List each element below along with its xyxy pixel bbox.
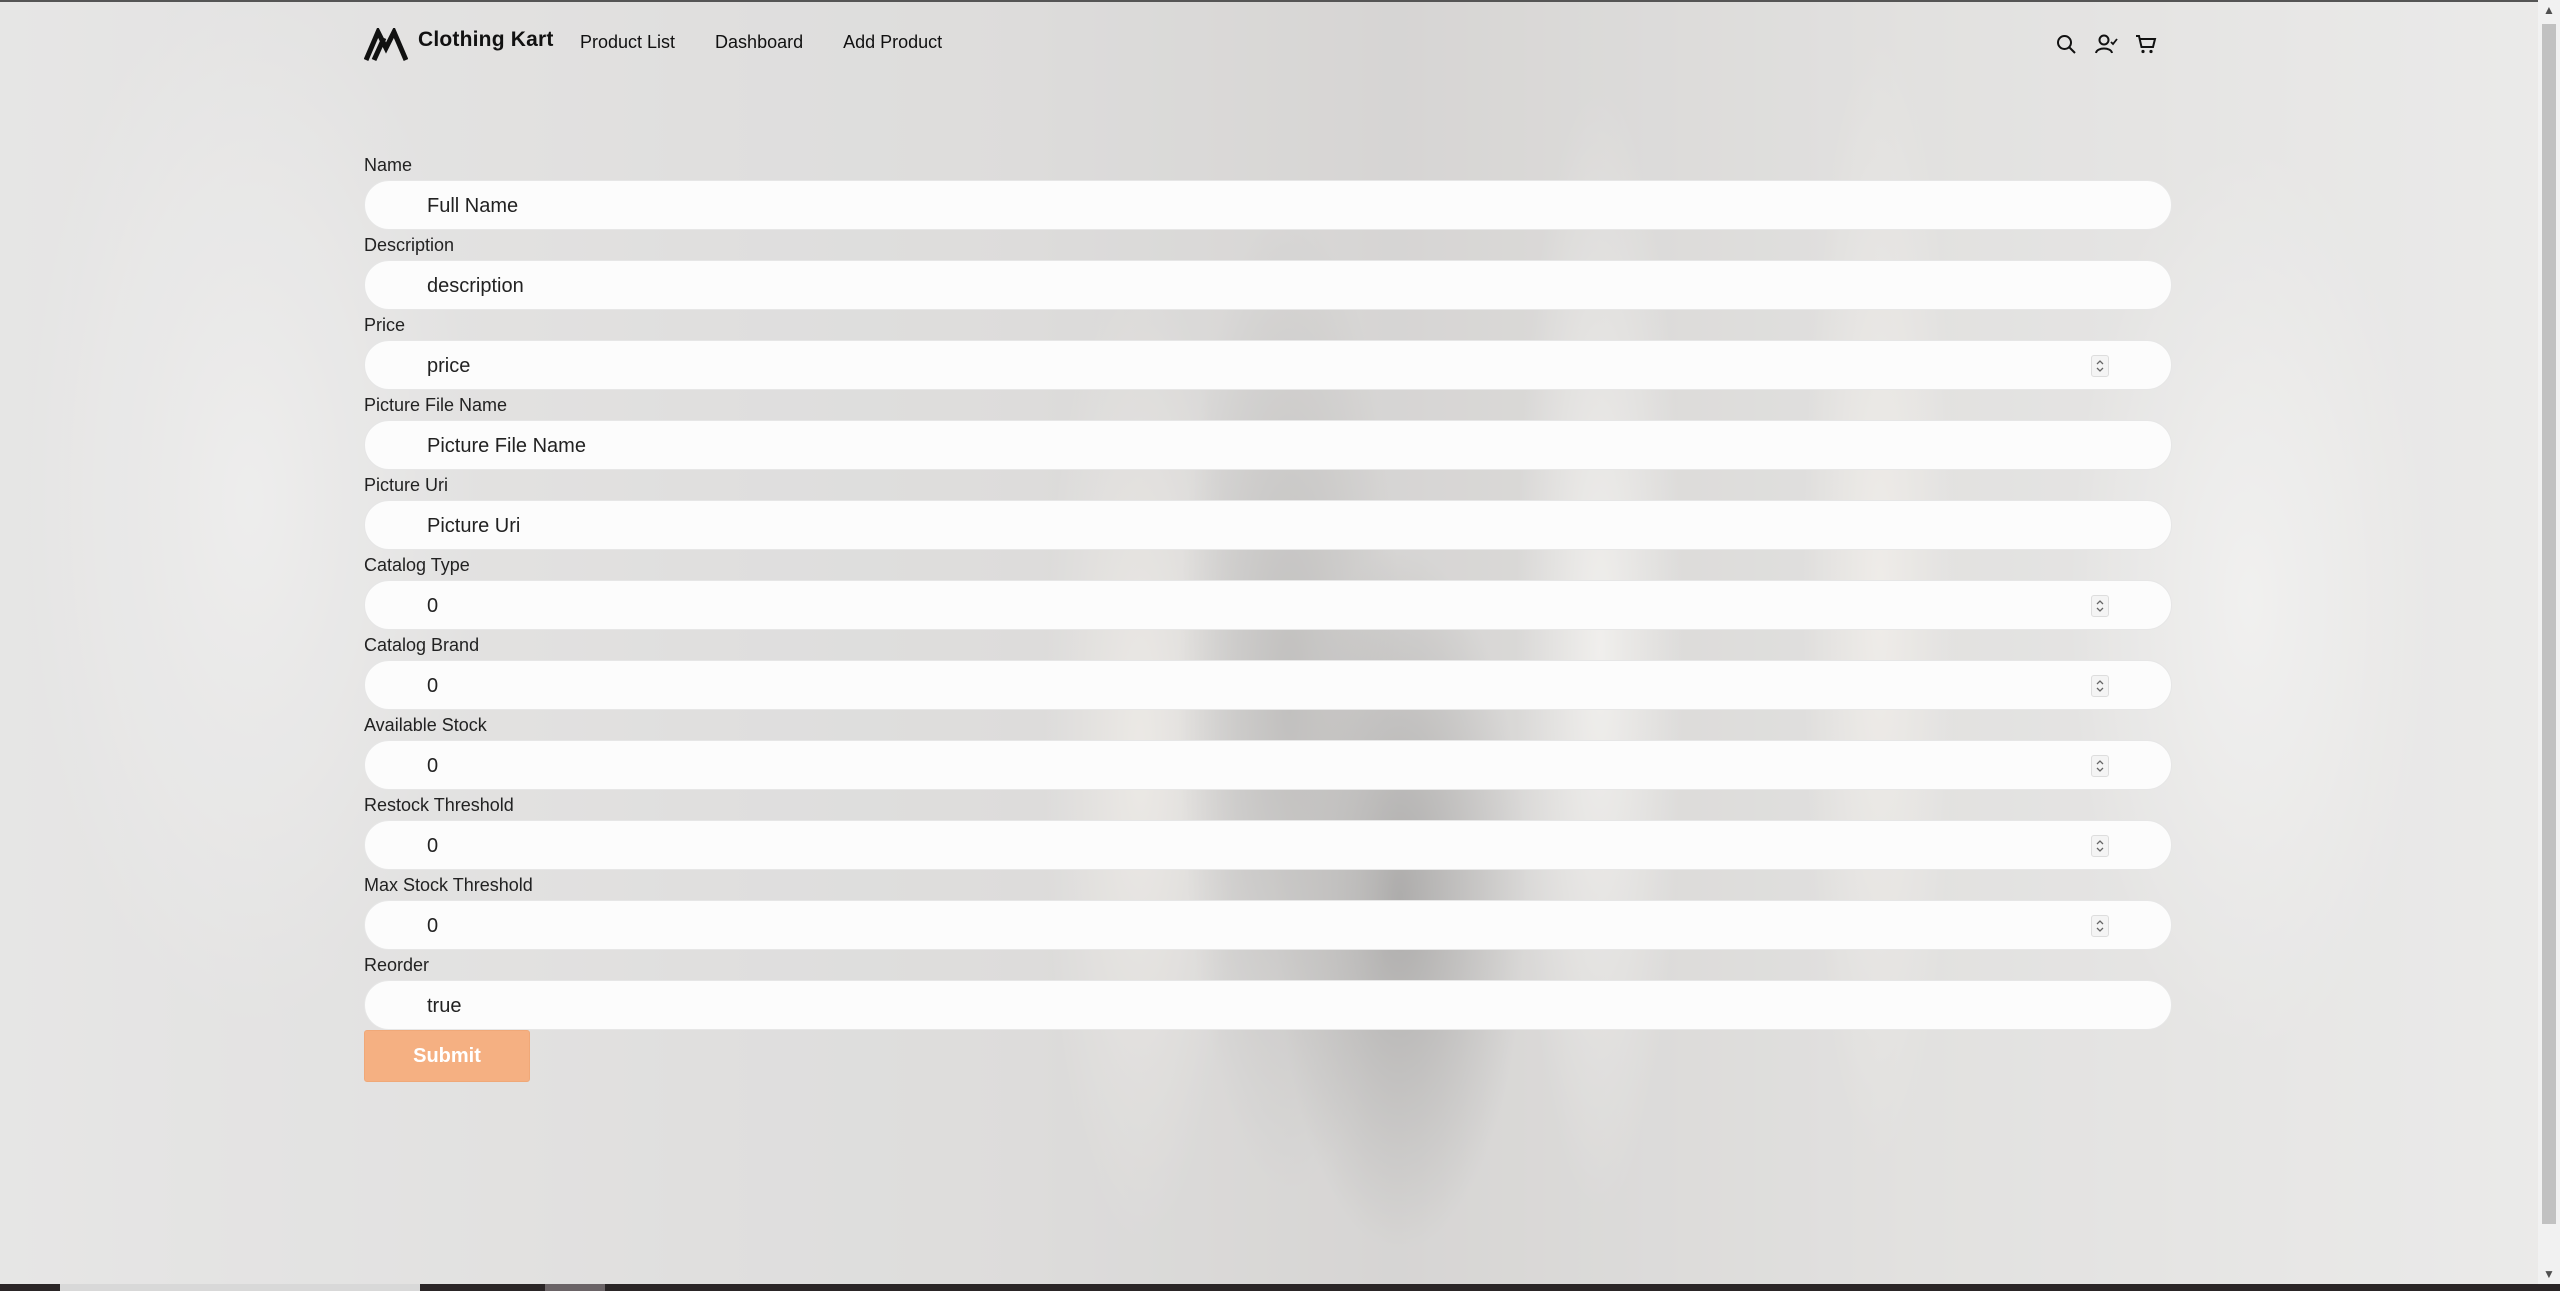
scroll-down-arrow-icon[interactable]: ▼ bbox=[2543, 1268, 2555, 1280]
max-stock-threshold-label: Max Stock Threshold bbox=[364, 875, 533, 895]
catalog-type-field bbox=[364, 580, 2172, 631]
picture-uri-input[interactable] bbox=[425, 501, 2029, 551]
taskbar-segment bbox=[60, 1284, 420, 1291]
available-stock-label: Available Stock bbox=[364, 715, 487, 735]
name-label: Name bbox=[364, 155, 413, 175]
catalog-brand-input[interactable] bbox=[425, 661, 2029, 711]
cart-icon[interactable] bbox=[2134, 32, 2158, 56]
picture-file-name-input[interactable] bbox=[425, 421, 2029, 471]
scroll-up-arrow-icon[interactable]: ▲ bbox=[2543, 4, 2555, 16]
price-input[interactable] bbox=[425, 341, 2029, 391]
available-stock-field bbox=[364, 740, 2172, 791]
main-nav: Product List Dashboard Add Product bbox=[580, 32, 942, 53]
brand-logo-icon[interactable] bbox=[364, 28, 408, 62]
catalog-brand-label: Catalog Brand bbox=[364, 635, 480, 655]
name-field bbox=[364, 180, 2172, 231]
scrollbar-thumb[interactable] bbox=[2542, 24, 2556, 1224]
catalog-type-label: Catalog Type bbox=[364, 555, 470, 575]
user-icon[interactable] bbox=[2094, 32, 2118, 56]
brand-name[interactable]: Clothing Kart bbox=[418, 28, 554, 52]
add-product-form: Name Description Price Picture File Name… bbox=[364, 150, 2174, 1082]
max-stock-threshold-input[interactable] bbox=[425, 901, 2029, 951]
picture-uri-label: Picture Uri bbox=[364, 475, 449, 495]
restock-threshold-input[interactable] bbox=[425, 821, 2029, 871]
available-stock-spinner[interactable] bbox=[2091, 755, 2109, 777]
catalog-type-spinner[interactable] bbox=[2091, 595, 2109, 617]
reorder-label: Reorder bbox=[364, 955, 430, 975]
taskbar-strip bbox=[0, 1284, 2560, 1291]
restock-threshold-field bbox=[364, 820, 2172, 871]
restock-threshold-label: Restock Threshold bbox=[364, 795, 514, 815]
catalog-type-input[interactable] bbox=[425, 581, 2029, 631]
max-stock-threshold-spinner[interactable] bbox=[2091, 915, 2109, 937]
nav-product-list[interactable]: Product List bbox=[580, 32, 675, 53]
description-label: Description bbox=[364, 235, 455, 255]
name-input[interactable] bbox=[425, 181, 2029, 231]
taskbar-segment bbox=[545, 1284, 605, 1291]
catalog-brand-field bbox=[364, 660, 2172, 711]
max-stock-threshold-field bbox=[364, 900, 2172, 951]
price-label: Price bbox=[364, 315, 406, 335]
reorder-field bbox=[364, 980, 2172, 1031]
price-spinner[interactable] bbox=[2091, 355, 2109, 377]
reorder-input[interactable] bbox=[425, 981, 2029, 1031]
description-field bbox=[364, 260, 2172, 311]
picture-uri-field bbox=[364, 500, 2172, 551]
search-icon[interactable] bbox=[2054, 32, 2078, 56]
description-input[interactable] bbox=[425, 261, 2029, 311]
header-icons bbox=[2054, 32, 2158, 56]
picture-file-name-field bbox=[364, 420, 2172, 471]
site-header: Clothing Kart Product List Dashboard Add… bbox=[364, 22, 2164, 66]
price-field bbox=[364, 340, 2172, 391]
catalog-brand-spinner[interactable] bbox=[2091, 675, 2109, 697]
picture-file-name-label: Picture File Name bbox=[364, 395, 508, 415]
available-stock-input[interactable] bbox=[425, 741, 2029, 791]
submit-button[interactable]: Submit bbox=[364, 1030, 530, 1082]
top-border bbox=[0, 0, 2560, 2]
nav-add-product[interactable]: Add Product bbox=[843, 32, 942, 53]
nav-dashboard[interactable]: Dashboard bbox=[715, 32, 803, 53]
page-scrollbar[interactable]: ▲ ▼ bbox=[2538, 0, 2560, 1284]
restock-threshold-spinner[interactable] bbox=[2091, 835, 2109, 857]
